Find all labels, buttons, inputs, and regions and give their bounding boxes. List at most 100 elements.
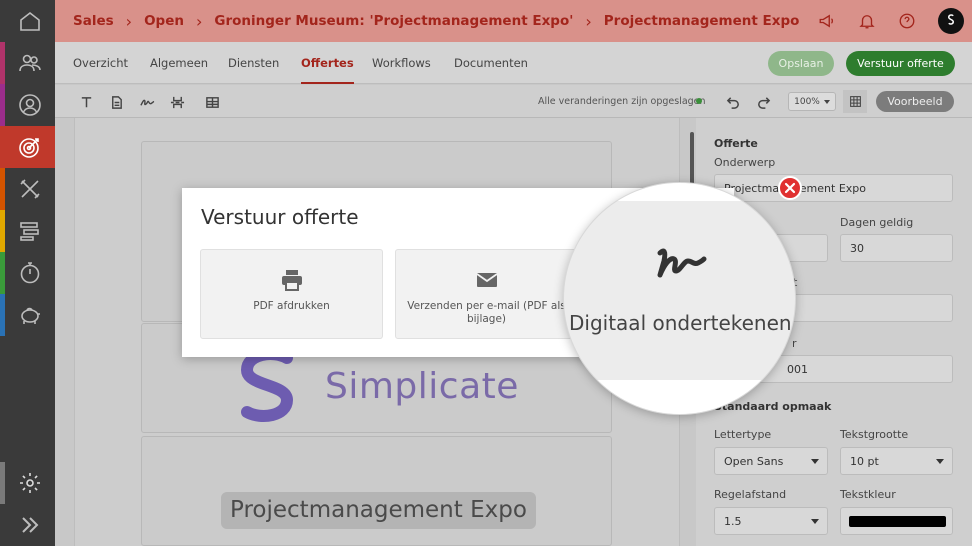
document-tool[interactable] [106,92,126,112]
grid-icon [849,96,861,107]
gear-icon [20,473,40,493]
bell-icon[interactable] [858,12,876,30]
envelope-icon [475,273,498,287]
megaphone-icon[interactable] [818,12,836,30]
breadcrumb-item[interactable]: Open [144,13,184,29]
status-dot [696,98,702,104]
tab-overzicht[interactable]: Overzicht [73,42,128,84]
brand-logo: Simplicate [237,346,519,426]
printer-icon [281,270,302,291]
modal-close-button[interactable] [778,176,802,200]
editor-toolbar: Alle veranderingen zijn opgeslagen 100% … [55,85,972,118]
save-status: Alle veranderingen zijn opgeslagen [538,96,706,107]
sidebar-item-home[interactable] [5,0,55,42]
line-spacing-select[interactable]: 1.5 [714,507,828,535]
tab-algemeen[interactable]: Algemeen [150,42,208,84]
line-spacing-label: Regelafstand [714,488,787,501]
sidebar-item-users[interactable] [5,42,55,84]
grid-toggle-button[interactable] [843,90,867,113]
text-color-picker[interactable] [840,507,953,535]
table-tool[interactable] [202,92,222,112]
expand-icon [22,517,39,533]
printer-icon-wrap [201,268,382,292]
caret-down-icon [823,99,830,104]
font-label: Lettertype [714,428,772,441]
font-select[interactable]: Open Sans [714,447,828,475]
top-bar: Sales › Open › Groninger Museum: 'Projec… [55,0,972,42]
sidebar-item-hours[interactable] [5,252,55,294]
document-block[interactable] [141,436,612,546]
tab-workflows[interactable]: Workflows [372,42,431,84]
breadcrumb-item[interactable]: Sales [73,13,114,29]
signature-tool[interactable] [137,92,157,112]
user-avatar[interactable] [938,8,964,34]
tools-icon [20,179,40,199]
sidebar-item-planning[interactable] [5,210,55,252]
text-color-label: Tekstkleur [840,488,896,501]
document-title[interactable]: Projectmanagement Expo [221,492,536,529]
zoom-select[interactable]: 100% [788,92,836,111]
target-icon [19,138,39,158]
envelope-icon-wrap [396,268,577,292]
chevron-right-icon: › [125,11,133,31]
undo-icon [726,96,739,109]
sidebar-item-profile[interactable] [5,84,55,126]
chevron-right-icon: › [585,11,592,31]
sidebar-expand[interactable] [5,504,55,546]
font-size-label: Tekstgrootte [840,428,909,441]
help-icon[interactable] [898,12,916,30]
option-digital-sign[interactable]: Digitaal ondertekenen [563,182,796,415]
caret-down-icon [936,459,944,464]
stopwatch-icon [20,262,40,284]
tab-documenten[interactable]: Documenten [454,42,528,84]
caret-down-icon [811,519,819,524]
zoom-value: 100% [794,96,820,107]
option-label: Verzenden per e-mail (PDF als bijlage) [407,300,566,325]
text-icon [81,96,91,107]
field-label: r [792,337,797,350]
user-icon [19,94,41,116]
tabs-bar: Overzicht Algemeen Diensten Offertes Wor… [55,42,972,84]
home-icon [20,11,40,31]
simplicate-logo-icon [240,348,294,422]
magnifier-modal-edge [564,183,795,201]
sidebar-item-services[interactable] [5,168,55,210]
sidebar-item-finance[interactable] [5,294,55,336]
redo-icon [757,96,770,109]
panel-section-title: Offerte [714,137,758,150]
breadcrumb-item[interactable]: Groninger Museum: 'Projectmanagement Exp… [214,13,573,29]
signature-icon [657,248,707,278]
option-label: PDF afdrukken [253,300,330,312]
tab-diensten[interactable]: Diensten [228,42,279,84]
font-size-select[interactable]: 10 pt [840,447,953,475]
font-value: Open Sans [724,454,784,468]
redo-button[interactable] [753,92,773,112]
option-print-pdf[interactable]: PDF afdrukken [200,249,383,339]
send-quote-button[interactable]: Verstuur offerte [846,51,955,76]
days-valid-label: Dagen geldig [840,216,914,229]
save-button[interactable]: Opslaan [768,51,834,76]
sidebar-item-settings[interactable] [5,462,55,504]
text-tool[interactable] [76,92,96,112]
subject-label: Onderwerp [714,156,776,169]
align-icon [20,222,39,241]
undo-button[interactable] [723,92,743,112]
days-valid-input[interactable]: 30 [840,234,953,262]
page-break-icon [170,96,184,108]
table-icon [205,96,219,108]
simplicate-logo-icon [947,14,955,25]
users-icon [19,54,41,72]
sidebar [0,0,55,546]
top-icons [818,0,964,42]
breadcrumb: Sales › Open › Groninger Museum: 'Projec… [73,0,799,42]
close-icon [784,182,796,194]
option-email-pdf[interactable]: Verzenden per e-mail (PDF als bijlage) [395,249,578,339]
preview-button[interactable]: Voorbeeld [876,91,954,112]
magnifier-modal-edge [564,380,795,414]
sidebar-item-sales[interactable] [5,126,55,168]
page-break-tool[interactable] [167,92,187,112]
breadcrumb-item[interactable]: Projectmanagement Expo [604,13,800,29]
tab-offertes[interactable]: Offertes [301,42,354,84]
signature-icon [139,99,154,106]
chevron-right-icon: › [195,11,203,31]
